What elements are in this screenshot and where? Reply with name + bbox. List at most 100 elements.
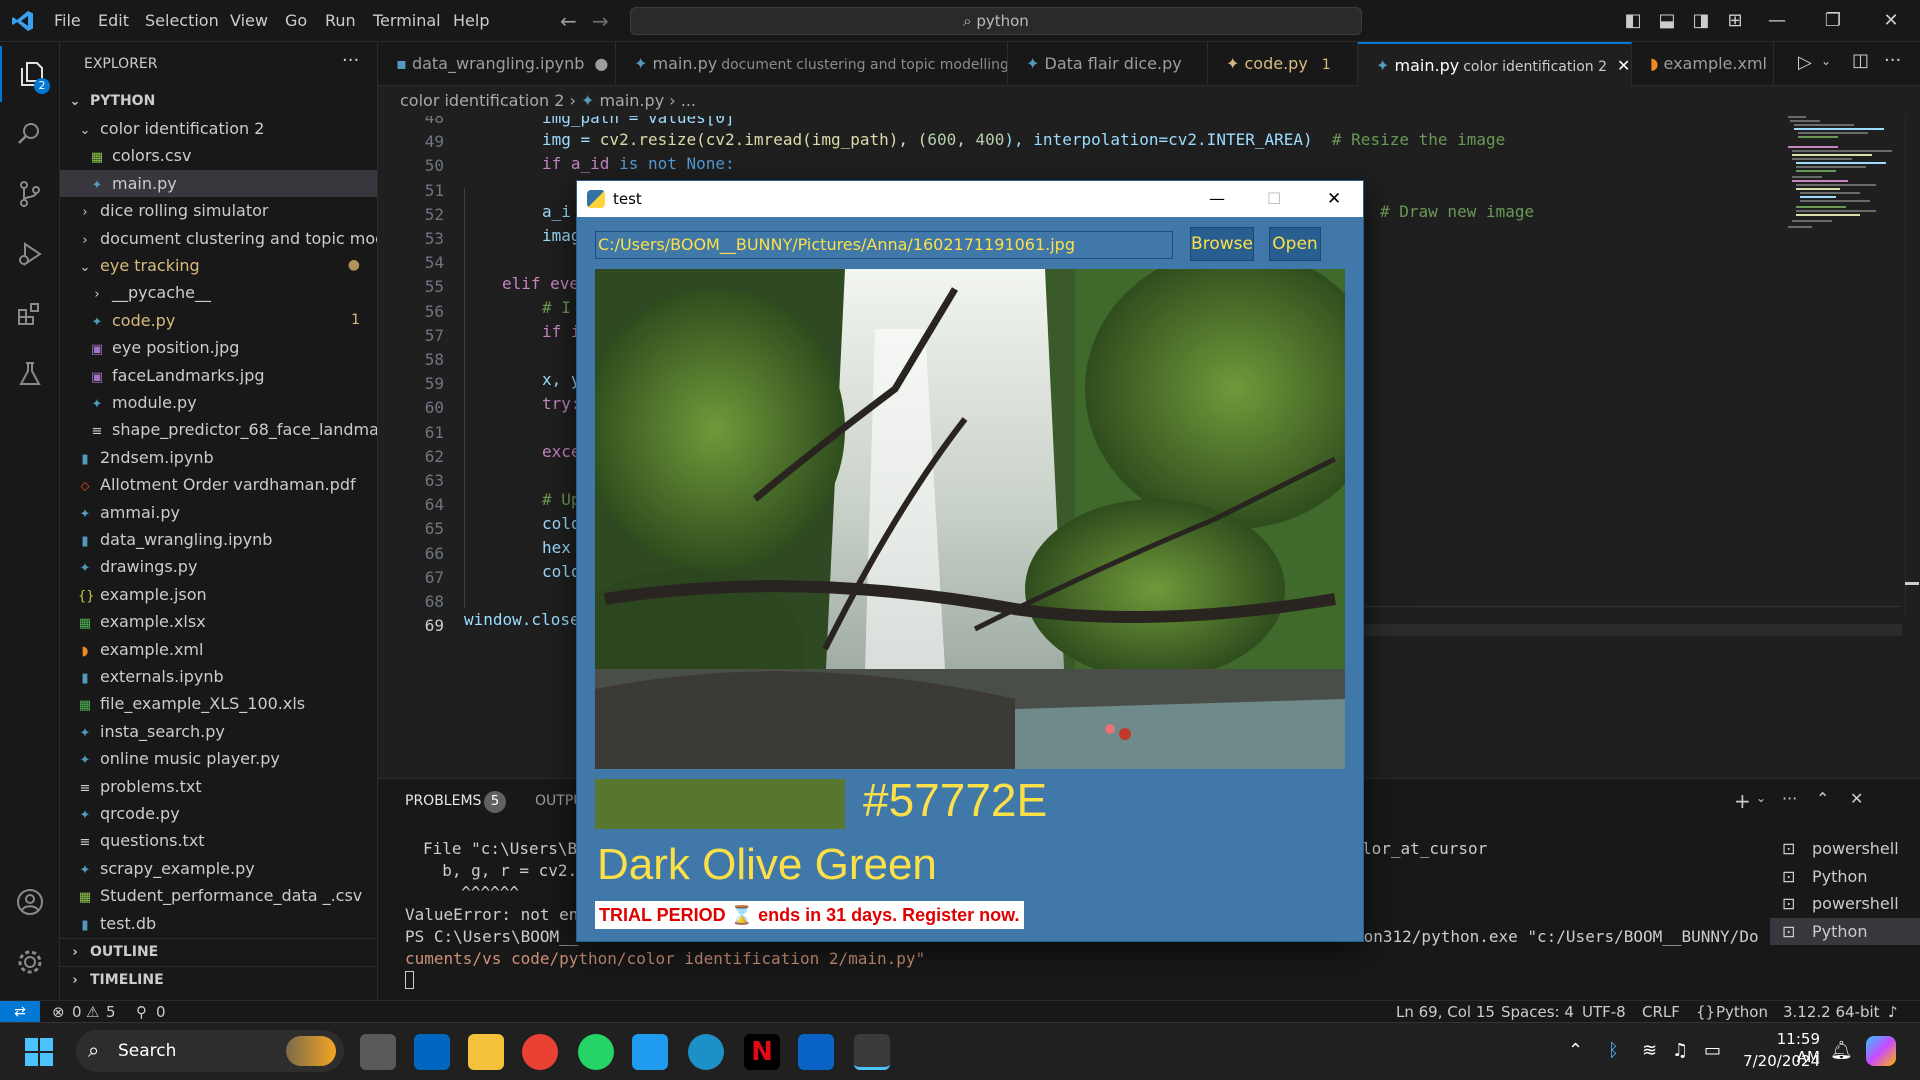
outlook-icon[interactable]: [798, 1034, 834, 1070]
file-item[interactable]: ▦ Student_performance_data _.csv: [60, 882, 377, 909]
forward-arrow-icon[interactable]: →: [592, 9, 609, 33]
trial-period-banner[interactable]: TRIAL PERIOD ⌛ ends in 31 days. Register…: [595, 901, 1024, 929]
tab-data-flair-dice[interactable]: ✦ Data flair dice.py: [1008, 42, 1208, 86]
file-item[interactable]: ✦ qrcode.py: [60, 800, 377, 827]
remote-indicator-icon[interactable]: ⇄: [0, 1001, 40, 1023]
tab-data-wrangling[interactable]: ▪ data_wrangling.ipynb ●: [378, 42, 616, 86]
menu-run[interactable]: Run: [325, 11, 356, 30]
microsoft-store-icon[interactable]: [414, 1034, 450, 1070]
close-panel-icon[interactable]: ✕: [1850, 789, 1863, 808]
python-app-icon[interactable]: [854, 1034, 890, 1070]
menu-terminal[interactable]: Terminal: [373, 11, 441, 30]
file-item[interactable]: {} example.json: [60, 581, 377, 608]
python-interpreter[interactable]: 3.12.2 64-bit: [1783, 1001, 1880, 1023]
file-item[interactable]: ✦ scrapy_example.py: [60, 855, 377, 882]
minimize-window-icon[interactable]: —: [1762, 8, 1792, 34]
taskbar-search[interactable]: ⌕ Search: [76, 1030, 344, 1072]
image-path-input[interactable]: C:/Users/BOOM__BUNNY/Pictures/Anna/16021…: [595, 231, 1173, 259]
workspace-root[interactable]: ⌄ PYTHON: [60, 88, 377, 115]
bluetooth-icon[interactable]: ᛒ: [1608, 1040, 1619, 1061]
breadcrumb-symbol[interactable]: ...: [681, 91, 696, 110]
cursor-position[interactable]: Ln 69, Col 15: [1396, 1001, 1495, 1023]
task-view-icon[interactable]: [360, 1034, 396, 1070]
tab-main-color-identification[interactable]: ✦ main.py color identification 2 ✕: [1358, 42, 1632, 86]
notification-bell-icon[interactable]: 🔔︎: [1830, 1040, 1853, 1061]
file-item[interactable]: ⬦ Allotment Order vardhaman.pdf: [60, 471, 377, 498]
menu-view[interactable]: View: [230, 11, 268, 30]
back-arrow-icon[interactable]: ←: [560, 9, 577, 33]
waterfall-forest-image[interactable]: [595, 269, 1345, 769]
tab-main-document-clustering[interactable]: ✦ main.py document clustering and topic m…: [616, 42, 1008, 86]
battery-icon[interactable]: ▭: [1704, 1040, 1721, 1061]
edge-icon[interactable]: [688, 1034, 724, 1070]
command-center-search[interactable]: ⌕ python: [630, 7, 1362, 35]
file-item[interactable]: ✦ main.py: [60, 169, 377, 197]
end-of-line[interactable]: CRLF: [1642, 1001, 1680, 1023]
terminal-instance[interactable]: ⊡ Python: [1770, 863, 1920, 890]
errors-count[interactable]: 0: [72, 1001, 82, 1023]
vscode-taskbar-icon[interactable]: [632, 1034, 668, 1070]
breadcrumb-file[interactable]: main.py: [599, 91, 664, 110]
menu-go[interactable]: Go: [285, 11, 307, 30]
settings-gear-icon[interactable]: [0, 934, 60, 990]
menu-selection[interactable]: Selection: [145, 11, 219, 30]
copilot-icon[interactable]: [1866, 1036, 1896, 1066]
windows-start-icon[interactable]: [24, 1037, 54, 1067]
minimize-icon[interactable]: —: [1209, 181, 1225, 217]
encoding[interactable]: UTF-8: [1582, 1001, 1626, 1023]
file-item[interactable]: ✦ online music player.py: [60, 745, 377, 772]
breadcrumb-folder[interactable]: color identification 2: [400, 91, 564, 110]
toggle-panel-icon[interactable]: ⬓: [1652, 8, 1682, 34]
show-hidden-icons-icon[interactable]: ⌃: [1568, 1040, 1583, 1061]
file-item[interactable]: ▮ test.db: [60, 910, 377, 937]
language-mode[interactable]: Python: [1716, 1001, 1768, 1023]
chevron-down-icon[interactable]: ⌄: [1821, 54, 1831, 68]
terminal-instance[interactable]: ⊡ Python: [1770, 917, 1920, 945]
close-window-icon[interactable]: ✕: [1876, 8, 1906, 34]
open-button[interactable]: Open: [1269, 227, 1321, 261]
notifications-bell-icon[interactable]: ♪: [1888, 1001, 1898, 1023]
folder-item[interactable]: › __pycache__: [60, 279, 377, 306]
folder-item[interactable]: › dice rolling simulator: [60, 197, 377, 224]
folder-item[interactable]: ⌄ eye tracking ●: [60, 252, 377, 279]
file-item[interactable]: ≡ questions.txt: [60, 827, 377, 854]
file-item[interactable]: ▦ file_example_XLS_100.xls: [60, 690, 377, 717]
file-item[interactable]: ▮ 2ndsem.ipynb: [60, 444, 377, 471]
menu-edit[interactable]: Edit: [98, 11, 129, 30]
file-item[interactable]: ▮ externals.ipynb: [60, 663, 377, 690]
minimap[interactable]: [1786, 116, 1906, 316]
file-item[interactable]: ≡ problems.txt: [60, 773, 377, 800]
whatsapp-icon[interactable]: [578, 1034, 614, 1070]
file-item[interactable]: ✦ insta_search.py: [60, 718, 377, 745]
file-item[interactable]: ▣ eye position.jpg: [60, 334, 377, 361]
wifi-icon[interactable]: ≋: [1642, 1040, 1657, 1061]
toggle-primary-sidebar-icon[interactable]: ◧: [1618, 8, 1648, 34]
tab-example-xml[interactable]: ◗ example.xml: [1632, 42, 1774, 86]
timeline-section[interactable]: › TIMELINE: [60, 966, 377, 993]
browse-button[interactable]: Browse: [1190, 227, 1254, 261]
file-item[interactable]: ✦ drawings.py: [60, 553, 377, 580]
close-tab-icon[interactable]: ✕: [1617, 56, 1630, 75]
file-item[interactable]: ✦ module.py: [60, 389, 377, 416]
file-item[interactable]: ✦ code.py 1: [60, 307, 377, 334]
menu-file[interactable]: File: [54, 11, 81, 30]
file-explorer-icon[interactable]: [468, 1034, 504, 1070]
file-item[interactable]: ▦ colors.csv: [60, 142, 377, 169]
file-item[interactable]: ✦ ammai.py: [60, 499, 377, 526]
folder-item[interactable]: ⌄ color identification 2: [60, 115, 377, 142]
more-actions-icon[interactable]: ···: [1782, 789, 1797, 808]
more-actions-icon[interactable]: ···: [1884, 50, 1901, 71]
source-control-icon[interactable]: [0, 166, 60, 222]
file-item[interactable]: ▦ example.xlsx: [60, 608, 377, 635]
accounts-icon[interactable]: [0, 874, 60, 930]
file-item[interactable]: ◗ example.xml: [60, 636, 377, 663]
restore-window-icon[interactable]: ❐: [1818, 8, 1848, 34]
search-activity-icon[interactable]: [0, 106, 60, 162]
maximize-icon[interactable]: ☐: [1267, 181, 1281, 217]
toggle-secondary-sidebar-icon[interactable]: ◨: [1686, 8, 1716, 34]
terminal-instance[interactable]: ⊡ powershell: [1770, 835, 1920, 862]
clock-date[interactable]: 7/20/2024: [1742, 1052, 1820, 1070]
ports-icon[interactable]: ⚲: [136, 1001, 147, 1023]
new-terminal-icon[interactable]: +: [1734, 789, 1751, 813]
window-title-bar[interactable]: test — ☐ ✕: [577, 181, 1363, 217]
